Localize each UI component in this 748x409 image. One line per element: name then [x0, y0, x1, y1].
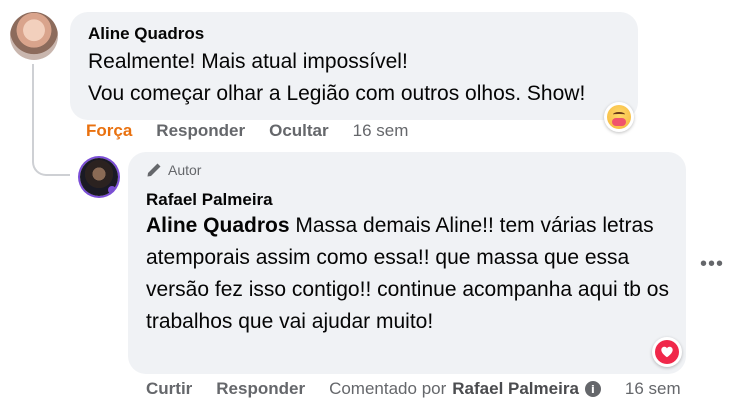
comment-text-line: Vou começar olhar a Legião com outros ol…	[88, 82, 586, 105]
timestamp[interactable]: 16 sem	[353, 121, 409, 141]
reply-bubble: Autor Rafael Palmeira Aline Quadros Mass…	[128, 152, 686, 374]
avatar[interactable]	[80, 158, 118, 196]
commented-by-name[interactable]: Rafael Palmeira	[452, 379, 579, 399]
comment-author[interactable]: Aline Quadros	[88, 24, 204, 44]
love-reaction-icon[interactable]	[652, 337, 682, 367]
info-icon[interactable]: i	[584, 381, 601, 397]
comment-thread: Aline Quadros Realmente! Mais atual impo…	[0, 0, 748, 409]
comment-actions: Força Responder Ocultar 16 sem	[86, 121, 408, 141]
care-emoji-icon	[607, 105, 631, 129]
heart-icon	[655, 340, 679, 364]
story-ring-dot	[108, 186, 116, 194]
care-reaction-icon[interactable]	[604, 102, 634, 132]
author-badge: Autor	[146, 162, 201, 178]
commented-by: Comentado por Rafael Palmeira i	[329, 379, 601, 399]
author-badge-label: Autor	[168, 162, 202, 178]
reaction-button[interactable]: Força	[86, 121, 132, 141]
more-options-button[interactable]: •••	[700, 252, 724, 276]
comment-text: Realmente! Mais atual impossível! Vou co…	[88, 46, 628, 110]
comment-author[interactable]: Rafael Palmeira	[146, 190, 273, 210]
reply-button[interactable]: Responder	[156, 121, 245, 141]
thread-connector-line	[32, 64, 70, 176]
hide-button[interactable]: Ocultar	[269, 121, 329, 141]
reply-actions: Curtir Responder Comentado por Rafael Pa…	[146, 379, 681, 399]
avatar[interactable]	[10, 12, 58, 60]
pencil-icon	[147, 163, 161, 177]
comment-text-line: Realmente! Mais atual impossível!	[88, 50, 408, 73]
comment-text: Aline Quadros Massa demais Aline!! tem v…	[146, 210, 676, 338]
timestamp[interactable]: 16 sem	[625, 379, 681, 399]
commented-by-prefix: Comentado por	[329, 379, 447, 398]
reply-button[interactable]: Responder	[216, 379, 305, 399]
comment-bubble: Aline Quadros Realmente! Mais atual impo…	[70, 12, 638, 120]
like-button[interactable]: Curtir	[146, 379, 192, 399]
mention-link[interactable]: Aline Quadros	[146, 214, 290, 237]
